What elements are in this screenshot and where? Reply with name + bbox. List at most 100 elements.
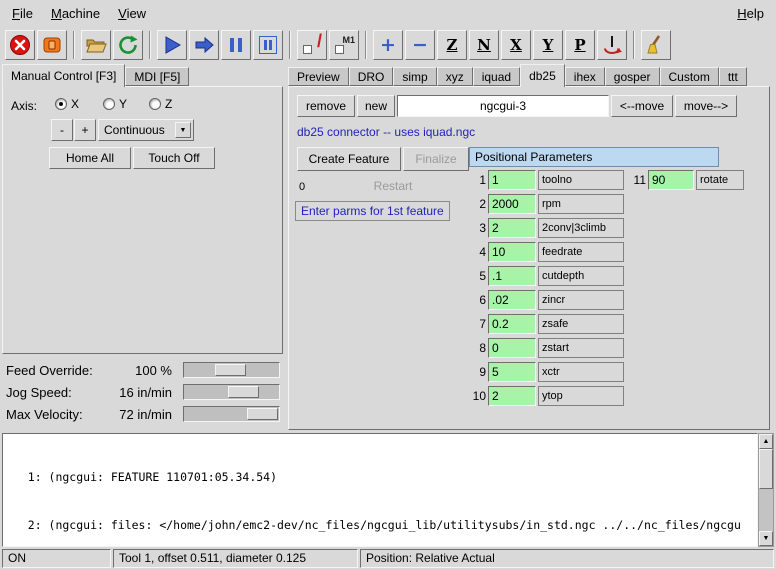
- optional-stop-button[interactable]: M1: [329, 30, 359, 60]
- slider-handle[interactable]: [228, 386, 259, 398]
- tab-xyz[interactable]: xyz: [437, 67, 473, 86]
- max-velocity-slider[interactable]: [183, 406, 280, 422]
- jog-plus-button[interactable]: +: [74, 119, 96, 141]
- tab-ttt[interactable]: ttt: [719, 67, 747, 86]
- toolbar: / M1 + − Z N X Y P: [0, 26, 776, 64]
- clear-plot-button[interactable]: [641, 30, 671, 60]
- view-z-button[interactable]: Z: [437, 30, 467, 60]
- axis-radio-x[interactable]: X: [55, 97, 79, 111]
- jog-minus-button[interactable]: -: [51, 119, 73, 141]
- move-left-button[interactable]: <--move: [611, 95, 673, 117]
- toolbar-separator: [289, 31, 291, 59]
- new-tab-button[interactable]: new: [357, 95, 395, 117]
- param-number: 6: [469, 293, 486, 307]
- tab-ihex[interactable]: ihex: [565, 67, 605, 86]
- feed-override-value: 100 %: [96, 363, 172, 378]
- rotate-view-button[interactable]: [597, 30, 627, 60]
- param-name-label: feedrate: [538, 242, 624, 262]
- axis-radio-z[interactable]: Z: [149, 97, 172, 111]
- param-value-input[interactable]: [488, 194, 536, 214]
- skip-lines-button[interactable]: /: [297, 30, 327, 60]
- param-row: 7 zsafe: [469, 313, 624, 335]
- remove-tab-button[interactable]: remove: [297, 95, 355, 117]
- subroutine-description: db25 connector -- uses iquad.ngc: [297, 125, 475, 139]
- axis-radio-y[interactable]: Y: [103, 97, 127, 111]
- param-value-input[interactable]: [488, 338, 536, 358]
- create-feature-button[interactable]: Create Feature: [297, 147, 401, 171]
- open-file-button[interactable]: [81, 30, 111, 60]
- view-perspective-button[interactable]: P: [565, 30, 595, 60]
- tab-mdi[interactable]: MDI [F5]: [125, 67, 189, 86]
- scroll-up-icon[interactable]: ▲: [759, 434, 773, 449]
- tab-dro[interactable]: DRO: [349, 67, 394, 86]
- param-value-input[interactable]: [648, 170, 694, 190]
- jog-mode-select[interactable]: Continuous ▼: [98, 119, 194, 141]
- param-value-input[interactable]: [488, 170, 536, 190]
- param-value-input[interactable]: [488, 218, 536, 238]
- param-name-label: zsafe: [538, 314, 624, 334]
- reload-button[interactable]: [113, 30, 143, 60]
- view-y-button[interactable]: Y: [533, 30, 563, 60]
- step-arrow-icon: [193, 34, 215, 56]
- touch-off-button[interactable]: Touch Off: [133, 147, 215, 169]
- tab-iquad[interactable]: iquad: [473, 67, 520, 86]
- tab-name-input[interactable]: [397, 95, 609, 117]
- chevron-down-icon: ▼: [175, 122, 191, 138]
- rotate-view-icon: [601, 34, 623, 56]
- param-name-label: toolno: [538, 170, 624, 190]
- menu-help[interactable]: Help: [728, 2, 773, 25]
- scroll-down-icon[interactable]: ▼: [759, 531, 773, 546]
- tool-info: Tool 1, offset 0.511, diameter 0.125: [113, 549, 358, 568]
- finalize-button[interactable]: Finalize: [403, 147, 469, 171]
- estop-button[interactable]: [5, 30, 35, 60]
- step-button[interactable]: [189, 30, 219, 60]
- param-row: 2 rpm: [469, 193, 624, 215]
- param-row: 5 cutdepth: [469, 265, 624, 287]
- toolbar-separator: [633, 31, 635, 59]
- param-number: 8: [469, 341, 486, 355]
- tab-preview[interactable]: Preview: [288, 67, 349, 86]
- param-name-label: rotate: [696, 170, 744, 190]
- param-value-input[interactable]: [488, 386, 536, 406]
- log-scrollbar[interactable]: ▲ ▼: [758, 433, 774, 547]
- slider-handle[interactable]: [215, 364, 246, 376]
- feed-override-slider[interactable]: [183, 362, 280, 378]
- home-all-button[interactable]: Home All: [49, 147, 131, 169]
- tab-db25[interactable]: db25: [520, 64, 565, 87]
- jog-speed-slider[interactable]: [183, 384, 280, 400]
- param-name-label: cutdepth: [538, 266, 624, 286]
- run-button[interactable]: [157, 30, 187, 60]
- param-name-label: rpm: [538, 194, 624, 214]
- param-value-input[interactable]: [488, 266, 536, 286]
- pause-button[interactable]: [221, 30, 251, 60]
- param-value-input[interactable]: [488, 314, 536, 334]
- menu-view[interactable]: View: [109, 2, 155, 25]
- move-right-button[interactable]: move-->: [675, 95, 737, 117]
- stop-button[interactable]: [253, 30, 283, 60]
- tab-gosper[interactable]: gosper: [605, 67, 660, 86]
- view-z-icon: Z: [447, 36, 458, 54]
- param-value-input[interactable]: [488, 362, 536, 382]
- view-z-rotated-button[interactable]: N: [469, 30, 499, 60]
- param-number: 1: [469, 173, 486, 187]
- menu-file[interactable]: File: [3, 2, 42, 25]
- folder-open-icon: [85, 34, 107, 56]
- param-name-label: zstart: [538, 338, 624, 358]
- tab-simp[interactable]: simp: [393, 67, 436, 86]
- tab-manual-control[interactable]: Manual Control [F3]: [2, 64, 125, 87]
- zoom-in-button[interactable]: +: [373, 30, 403, 60]
- menu-machine[interactable]: Machine: [42, 2, 109, 25]
- slider-handle[interactable]: [247, 408, 278, 420]
- param-value-input[interactable]: [488, 242, 536, 262]
- scrollbar-thumb[interactable]: [759, 449, 773, 489]
- machine-power-button[interactable]: [37, 30, 67, 60]
- optional-stop-m1-icon: M1: [333, 34, 355, 56]
- restart-button[interactable]: Restart: [323, 179, 463, 193]
- zoom-out-button[interactable]: −: [405, 30, 435, 60]
- tab-custom[interactable]: Custom: [660, 67, 719, 86]
- max-velocity-label: Max Velocity:: [6, 407, 83, 422]
- param-number: 10: [469, 389, 486, 403]
- axis-radio-z-label: Z: [165, 97, 172, 111]
- view-x-button[interactable]: X: [501, 30, 531, 60]
- param-value-input[interactable]: [488, 290, 536, 310]
